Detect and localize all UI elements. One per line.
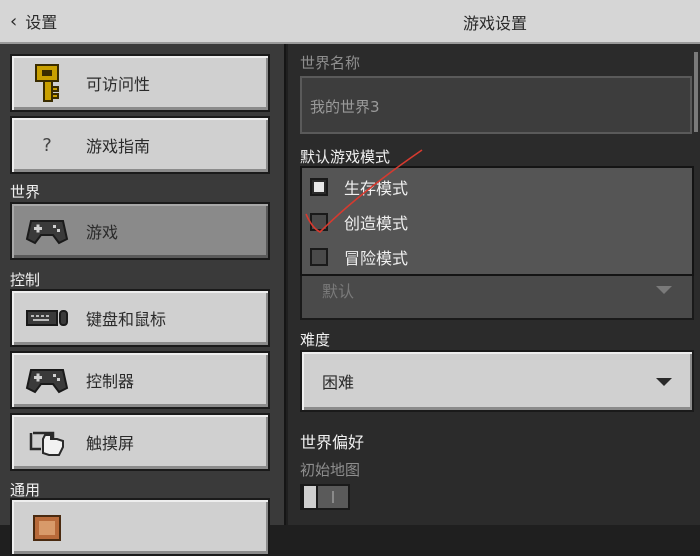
sidebar-item-label: 触摸屏	[86, 434, 135, 453]
difficulty-value: 困难	[322, 373, 355, 392]
settings-panel: 世界名称 我的世界3 默认游戏模式 默认 生存模式 创造模式 冒险模式 难度 困…	[288, 44, 700, 525]
chevron-down-icon	[656, 378, 672, 386]
sidebar-item-label: 游戏	[86, 223, 119, 242]
option-creative[interactable]: 创造模式	[310, 207, 408, 237]
difficulty-select[interactable]: 困难	[300, 350, 694, 412]
sidebar-item-accessibility[interactable]: 可访问性	[10, 54, 270, 112]
scrollbar[interactable]	[694, 52, 698, 132]
option-label: 创造模式	[344, 214, 409, 233]
option-label: 冒险模式	[344, 249, 409, 268]
key-icon	[24, 63, 70, 103]
sidebar-item-controller[interactable]: 控制器	[10, 351, 270, 409]
section-title-controls: 控制	[10, 271, 41, 289]
title-bar: ‹ 设置 游戏设置	[0, 0, 700, 44]
sidebar-item-touch[interactable]: 触摸屏	[10, 413, 270, 471]
sidebar-item-general-partial[interactable]	[10, 498, 270, 556]
option-adventure[interactable]: 冒险模式	[310, 242, 408, 272]
world-name-label: 世界名称	[300, 54, 361, 72]
difficulty-label: 难度	[300, 331, 331, 349]
checkbox-icon	[310, 178, 328, 196]
section-title-world: 世界	[10, 183, 41, 201]
gamepad-icon	[24, 211, 70, 251]
starting-map-toggle[interactable]	[300, 484, 350, 510]
sidebar-item-how-to-play[interactable]: ? 游戏指南	[10, 116, 270, 174]
checkbox-icon	[310, 213, 328, 231]
touch-icon	[24, 422, 70, 462]
sidebar-item-label: 键盘和鼠标	[86, 310, 167, 329]
starting-map-label: 初始地图	[300, 461, 361, 479]
sidebar-item-keyboard-mouse[interactable]: 键盘和鼠标	[10, 289, 270, 347]
question-icon: ?	[42, 134, 52, 156]
page-title: 游戏设置	[462, 14, 527, 33]
section-title-general: 通用	[10, 481, 41, 499]
sidebar-item-label: 游戏指南	[86, 137, 151, 156]
sidebar-item-label: 可访问性	[86, 75, 151, 94]
world-name-field[interactable]: 我的世界3	[300, 76, 692, 134]
controller-icon	[24, 360, 70, 400]
sidebar-item-label: 控制器	[86, 372, 135, 391]
checkbox-icon	[310, 248, 328, 266]
game-mode-dropdown: 生存模式 创造模式 冒险模式	[300, 166, 694, 276]
sidebar-item-game[interactable]: 游戏	[10, 202, 270, 260]
settings-partial-icon	[24, 507, 70, 547]
toggle-notch	[332, 491, 334, 503]
toggle-knob	[302, 484, 318, 510]
world-preferences-heading: 世界偏好	[300, 433, 365, 452]
option-label: 生存模式	[344, 179, 409, 198]
sidebar: 可访问性 ? 游戏指南 世界 游戏 控制 键盘和鼠标 控制器 触摸屏 通用	[0, 44, 286, 556]
keyboard-mouse-icon	[24, 298, 70, 338]
option-survival[interactable]: 生存模式	[310, 172, 408, 202]
default-mode-value: 默认	[322, 282, 355, 301]
default-mode-label: 默认游戏模式	[300, 148, 391, 166]
chevron-down-icon	[656, 286, 672, 294]
